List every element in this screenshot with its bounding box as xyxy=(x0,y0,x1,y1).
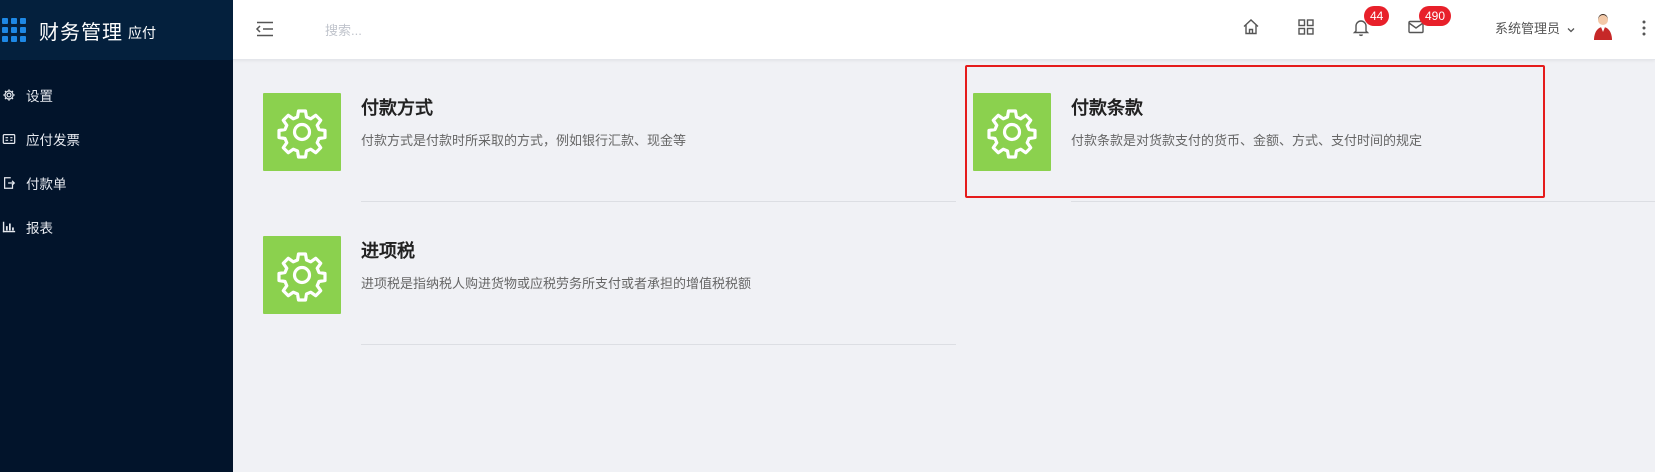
app-title: 财务管理 xyxy=(39,19,123,44)
main-content: 付款方式 付款方式是付款时所采取的方式，例如银行汇款、现金等 付款条款 付款条款… xyxy=(233,61,1655,472)
sidebar-item-reports[interactable]: 报表 xyxy=(0,205,233,249)
user-menu[interactable]: 系统管理员 xyxy=(1495,18,1576,37)
user-name: 系统管理员 xyxy=(1495,21,1561,36)
gear-icon xyxy=(2,88,16,102)
card-divider xyxy=(361,201,956,202)
card-input-tax[interactable]: 进项税 进项税是指纳税人购进货物或应税劳务所支付或者承担的增值税税额 xyxy=(233,204,956,345)
gear-icon xyxy=(277,252,327,302)
sidebar-menu: 设置 应付发票 付款单 报表 xyxy=(0,73,233,249)
card-tile[interactable] xyxy=(973,93,1051,171)
gear-icon xyxy=(987,109,1037,159)
chevron-down-icon xyxy=(1566,23,1576,33)
card-description: 付款方式是付款时所采取的方式，例如银行汇款、现金等 xyxy=(361,133,687,148)
sidebar-item-label: 应付发票 xyxy=(26,133,80,149)
sidebar-item-invoices[interactable]: 应付发票 xyxy=(0,117,233,161)
mail-icon[interactable]: 490 xyxy=(1406,6,1452,37)
card-description: 付款条款是对货款支付的货币、金额、方式、支付时间的规定 xyxy=(1071,133,1423,148)
sidebar-item-settings[interactable]: 设置 xyxy=(0,73,233,117)
bar-chart-icon xyxy=(2,220,16,234)
sidebar-item-label: 付款单 xyxy=(26,177,67,193)
gear-icon xyxy=(277,109,327,159)
collapse-menu-icon[interactable] xyxy=(254,18,276,40)
invoice-icon xyxy=(2,132,16,146)
app-grid-icon[interactable] xyxy=(2,18,26,42)
card-description: 进项税是指纳税人购进货物或应税劳务所支付或者承担的增值税税额 xyxy=(361,276,752,291)
sidebar-item-payments[interactable]: 付款单 xyxy=(0,161,233,205)
card-title[interactable]: 付款方式 xyxy=(361,94,433,120)
sidebar-item-label: 设置 xyxy=(26,89,53,105)
card-divider xyxy=(361,344,956,345)
card-tile[interactable] xyxy=(263,93,341,171)
message-badge: 490 xyxy=(1419,6,1452,26)
brand-header: 财务管理 应付 xyxy=(0,0,233,60)
card-divider xyxy=(1071,201,1655,202)
top-header: 44 490 系统管理员 xyxy=(233,0,1655,60)
card-payment-terms[interactable]: 付款条款 付款条款是对货款支付的货币、金额、方式、支付时间的规定 xyxy=(943,61,1655,202)
apps-grid-icon[interactable] xyxy=(1296,17,1316,37)
card-title[interactable]: 进项税 xyxy=(361,237,415,263)
search-input[interactable] xyxy=(325,18,605,42)
sidebar: 财务管理 应付 设置 应付发票 付款单 报表 xyxy=(0,0,233,472)
notification-badge: 44 xyxy=(1364,6,1390,26)
sidebar-item-label: 报表 xyxy=(26,221,53,237)
card-title[interactable]: 付款条款 xyxy=(1071,94,1143,120)
more-vertical-icon[interactable] xyxy=(1640,18,1648,38)
payment-doc-icon xyxy=(2,176,16,190)
bell-icon[interactable]: 44 xyxy=(1351,6,1390,37)
card-payment-methods[interactable]: 付款方式 付款方式是付款时所采取的方式，例如银行汇款、现金等 xyxy=(233,61,956,202)
app-subtitle: 应付 xyxy=(128,26,156,42)
card-tile[interactable] xyxy=(263,236,341,314)
avatar[interactable] xyxy=(1592,13,1614,41)
home-icon[interactable] xyxy=(1241,17,1261,37)
